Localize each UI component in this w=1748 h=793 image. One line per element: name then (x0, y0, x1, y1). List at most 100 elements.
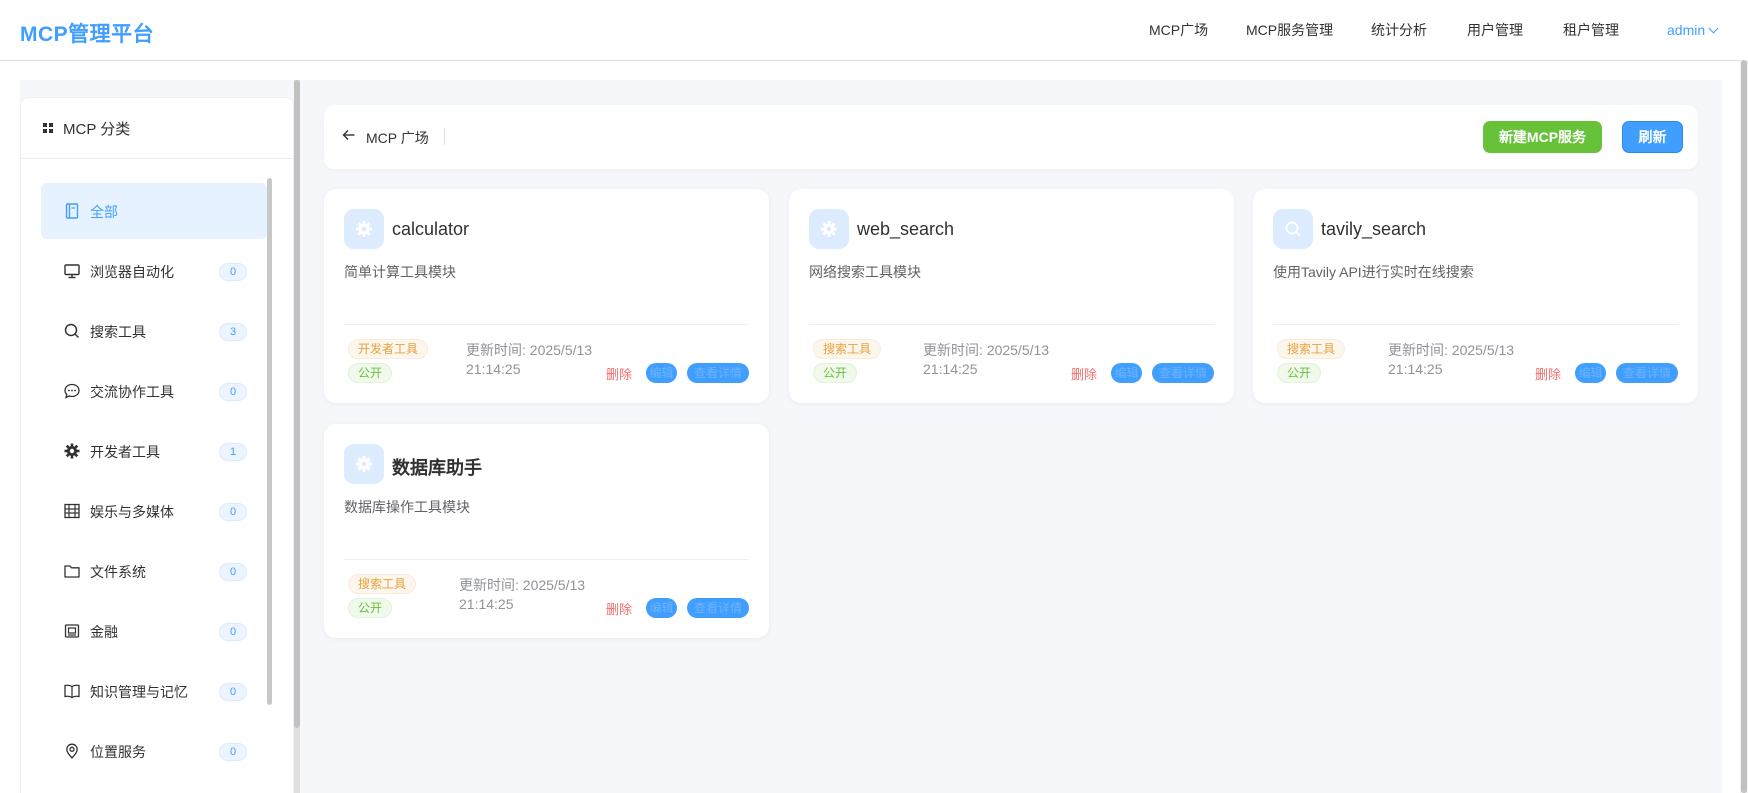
nav-mcp-square[interactable]: MCP广场 (1149, 20, 1208, 40)
chevron-down-icon (1708, 23, 1719, 34)
breadcrumb-divider (444, 128, 445, 145)
wallet-icon (64, 624, 80, 638)
main-toolbar: MCP 广场 新建MCP服务 刷新 (324, 105, 1698, 169)
card-divider (344, 324, 749, 325)
page-scrollbar-thumb[interactable] (1741, 60, 1747, 793)
sidebar-item-search-tools[interactable]: 搜索工具 3 (41, 303, 267, 359)
mcp-card-calculator[interactable]: calculator 简单计算工具模块 开发者工具 公开 更新时间: 2025/… (324, 189, 769, 403)
edit-button[interactable]: 编辑 (646, 363, 677, 383)
view-details-button[interactable]: 查看详情 (1616, 363, 1678, 383)
sidebar-item-developer-tools[interactable]: 开发者工具 1 (41, 423, 267, 479)
delete-button[interactable]: 删除 (606, 364, 632, 383)
brand-logo-text[interactable]: MCP管理平台 (20, 18, 154, 48)
category-count-badge: 3 (219, 323, 247, 341)
new-mcp-service-button[interactable]: 新建MCP服务 (1483, 121, 1602, 153)
sidebar-item-label: 搜索工具 (90, 324, 146, 340)
gear-icon (344, 444, 384, 484)
sidebar-item-label: 金融 (90, 624, 118, 640)
chat-bubble-icon (64, 383, 80, 399)
update-time: 更新时间: 2025/5/13 21:14:25 (1388, 342, 1515, 377)
sidebar-scrollbar[interactable] (267, 178, 272, 705)
card-title: web_search (857, 219, 955, 239)
sidebar-item-entertainment[interactable]: 娱乐与多媒体 0 (41, 483, 267, 539)
update-time: 更新时间: 2025/5/13 21:14:25 (459, 577, 586, 612)
delete-button[interactable]: 删除 (606, 599, 632, 618)
breadcrumb: MCP 广场 (366, 130, 429, 146)
delete-button[interactable]: 删除 (1535, 364, 1561, 383)
refresh-button[interactable]: 刷新 (1622, 121, 1683, 153)
edit-button[interactable]: 编辑 (646, 598, 677, 618)
visibility-tag: 公开 (348, 598, 393, 618)
card-title: tavily_search (1321, 219, 1427, 239)
sidebar-item-location[interactable]: 位置服务 0 (41, 723, 267, 779)
mcp-card-web-search[interactable]: web_search 网络搜索工具模块 搜索工具 公开 更新时间: 2025/5… (789, 189, 1234, 403)
category-count-badge: 1 (219, 443, 247, 461)
mcp-card-tavily-search[interactable]: tavily_search 使用Tavily API进行实时在线搜索 搜索工具 … (1253, 189, 1698, 403)
nav-mcp-service-management[interactable]: MCP服务管理 (1246, 20, 1333, 40)
view-details-button[interactable]: 查看详情 (687, 598, 749, 618)
sidebar-outer-scrollbar-thumb[interactable] (294, 80, 300, 728)
nav-statistics[interactable]: 统计分析 (1371, 20, 1427, 40)
category-count-badge: 0 (219, 383, 247, 401)
category-count-badge: 0 (219, 503, 247, 521)
sidebar-header: MCP 分类 (21, 98, 293, 159)
sidebar-outer-scrollbar[interactable] (294, 80, 300, 793)
category-tag: 开发者工具 (348, 339, 429, 359)
sidebar-item-file-system[interactable]: 文件系统 0 (41, 543, 267, 599)
update-time: 更新时间: 2025/5/13 21:14:25 (466, 342, 593, 377)
category-count-badge: 0 (219, 683, 247, 701)
sidebar-item-all[interactable]: 全部 (41, 183, 267, 239)
card-title: 数据库助手 (392, 458, 482, 478)
delete-button[interactable]: 删除 (1071, 364, 1097, 383)
sidebar-item-label: 交流协作工具 (90, 384, 174, 400)
nav-user-management[interactable]: 用户管理 (1467, 20, 1523, 40)
sidebar-item-label: 位置服务 (90, 744, 146, 760)
edit-button[interactable]: 编辑 (1111, 363, 1142, 383)
visibility-tag: 公开 (813, 363, 858, 383)
sidebar-item-communication[interactable]: 交流协作工具 0 (41, 363, 267, 419)
mcp-card-database-assistant[interactable]: 数据库助手 数据库操作工具模块 搜索工具 公开 更新时间: 2025/5/13 2… (324, 424, 769, 638)
sidebar-item-label: 知识管理与记忆 (90, 684, 188, 700)
card-description: 网络搜索工具模块 (809, 264, 921, 280)
sidebar-title: MCP 分类 (63, 121, 131, 138)
category-count-badge: 0 (219, 263, 247, 281)
category-tag: 搜索工具 (1277, 339, 1346, 359)
view-details-button[interactable]: 查看详情 (687, 363, 749, 383)
update-time: 更新时间: 2025/5/13 21:14:25 (923, 342, 1050, 377)
sidebar-item-knowledge[interactable]: 知识管理与记忆 0 (41, 663, 267, 719)
top-header: MCP管理平台 MCP广场 MCP服务管理 统计分析 用户管理 租户管理 adm… (0, 0, 1748, 61)
sidebar-item-label: 文件系统 (90, 564, 146, 580)
edit-button[interactable]: 编辑 (1575, 363, 1606, 383)
user-menu[interactable]: admin (1667, 22, 1719, 38)
sidebar-item-label: 全部 (90, 204, 118, 220)
card-description: 使用Tavily API进行实时在线搜索 (1273, 264, 1474, 280)
monitor-icon (64, 264, 80, 279)
sidebar-item-label: 浏览器自动化 (90, 264, 174, 280)
gear-icon (809, 209, 849, 249)
open-book-icon (64, 684, 80, 699)
card-divider (809, 324, 1214, 325)
grid-icon (43, 123, 53, 133)
search-icon (64, 323, 80, 339)
folder-icon (64, 565, 80, 578)
page-scrollbar[interactable] (1740, 60, 1748, 793)
category-tag: 搜索工具 (348, 574, 417, 594)
view-details-button[interactable]: 查看详情 (1152, 363, 1214, 383)
category-tag: 搜索工具 (813, 339, 882, 359)
visibility-tag: 公开 (1277, 363, 1322, 383)
user-name: admin (1667, 22, 1706, 38)
category-count-badge: 0 (219, 743, 247, 761)
card-divider (344, 559, 749, 560)
gear-icon (344, 209, 384, 249)
gear-icon (64, 443, 80, 459)
visibility-tag: 公开 (348, 363, 393, 383)
location-pin-icon (66, 743, 78, 759)
search-icon (1273, 209, 1313, 249)
sidebar-item-browser-automation[interactable]: 浏览器自动化 0 (41, 243, 267, 299)
sidebar-item-finance[interactable]: 金融 0 (41, 603, 267, 659)
card-description: 简单计算工具模块 (344, 264, 456, 280)
sidebar-item-label: 开发者工具 (90, 444, 160, 460)
nav-tenant-management[interactable]: 租户管理 (1563, 20, 1619, 40)
arrow-left-icon[interactable] (341, 127, 357, 143)
card-description: 数据库操作工具模块 (344, 499, 470, 515)
